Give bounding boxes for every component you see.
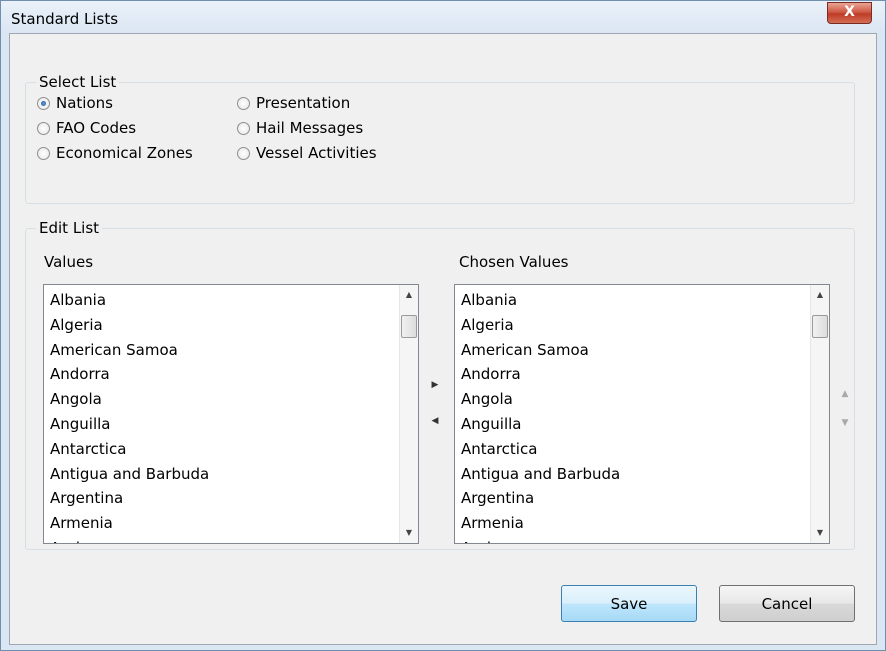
scroll-thumb[interactable] (401, 315, 417, 338)
radio-label: FAO Codes (56, 119, 137, 137)
arrow-right-icon: ▶ (431, 380, 439, 390)
list-item[interactable]: Antigua and Barbuda (50, 462, 398, 487)
radio-vessel-activities[interactable]: Vessel Activities (237, 143, 377, 163)
list-item[interactable]: Aruba (461, 536, 809, 543)
edit-list-legend: Edit List (36, 219, 103, 237)
radio-indicator[interactable] (37, 146, 50, 160)
radio-label: Vessel Activities (256, 144, 377, 162)
list-item[interactable]: Albania (50, 288, 398, 313)
list-item[interactable]: Antarctica (50, 437, 398, 462)
list-item[interactable]: Anguilla (461, 412, 809, 437)
chosen-values-listbox[interactable]: Albania Algeria American Samoa Andorra A… (454, 284, 830, 544)
list-item[interactable]: Argentina (50, 486, 398, 511)
move-up-button[interactable]: ▲ (833, 384, 857, 405)
radio-hail-messages[interactable]: Hail Messages (237, 118, 363, 138)
radio-indicator[interactable] (37, 96, 50, 110)
title-bar[interactable]: Standard Lists X (1, 1, 885, 33)
select-list-legend: Select List (36, 73, 120, 91)
dialog-client-area: Select List Nations FAO Codes Economical… (9, 33, 877, 645)
radio-indicator[interactable] (237, 96, 250, 110)
standard-lists-dialog: Standard Lists X Select List Nations FAO… (0, 0, 886, 651)
radio-nations[interactable]: Nations (37, 93, 113, 113)
radio-label: Economical Zones (56, 144, 193, 162)
list-item[interactable]: American Samoa (50, 338, 398, 363)
list-item[interactable]: Anguilla (50, 412, 398, 437)
move-up-icon: ▲ (841, 389, 849, 399)
close-button[interactable]: X (827, 2, 872, 24)
chosen-values-scrollbar[interactable]: ▲ ▼ (810, 285, 829, 543)
list-item[interactable]: Algeria (461, 313, 809, 338)
chosen-list-items: Albania Algeria American Samoa Andorra A… (461, 288, 809, 543)
radio-presentation[interactable]: Presentation (237, 93, 350, 113)
radio-indicator[interactable] (237, 121, 250, 135)
values-list-items: Albania Algeria American Samoa Andorra A… (50, 288, 398, 543)
radio-economical-zones[interactable]: Economical Zones (37, 143, 193, 163)
values-label: Values (44, 253, 94, 271)
list-item[interactable]: Angola (461, 387, 809, 412)
list-item[interactable]: Armenia (50, 511, 398, 536)
radio-indicator[interactable] (237, 146, 250, 160)
window-title: Standard Lists (11, 10, 119, 28)
list-item[interactable]: Algeria (50, 313, 398, 338)
save-button[interactable]: Save (561, 585, 697, 622)
list-item[interactable]: Antigua and Barbuda (461, 462, 809, 487)
cancel-button[interactable]: Cancel (719, 585, 855, 622)
list-item[interactable]: Armenia (461, 511, 809, 536)
chosen-values-label: Chosen Values (459, 253, 569, 271)
list-item[interactable]: American Samoa (461, 338, 809, 363)
list-item[interactable]: Andorra (461, 362, 809, 387)
scroll-up-arrow-icon[interactable]: ▲ (811, 285, 829, 305)
values-listbox[interactable]: Albania Algeria American Samoa Andorra A… (43, 284, 419, 544)
list-item[interactable]: Angola (50, 387, 398, 412)
list-item[interactable]: Andorra (50, 362, 398, 387)
list-item[interactable]: Aruba (50, 536, 398, 543)
list-item[interactable]: Argentina (461, 486, 809, 511)
values-scrollbar[interactable]: ▲ ▼ (399, 285, 418, 543)
scroll-down-arrow-icon[interactable]: ▼ (811, 523, 829, 543)
scroll-thumb[interactable] (812, 315, 828, 338)
scroll-down-arrow-icon[interactable]: ▼ (400, 523, 418, 543)
move-down-button[interactable]: ▼ (833, 413, 857, 434)
radio-label: Nations (56, 94, 113, 112)
radio-label: Hail Messages (256, 119, 364, 137)
add-to-chosen-button[interactable]: ▶ (423, 375, 447, 396)
remove-from-chosen-button[interactable]: ◀ (423, 411, 447, 432)
select-list-group: Select List Nations FAO Codes Economical… (25, 73, 855, 204)
scroll-up-arrow-icon[interactable]: ▲ (400, 285, 418, 305)
radio-fao-codes[interactable]: FAO Codes (37, 118, 136, 138)
close-icon: X (844, 4, 855, 20)
list-item[interactable]: Antarctica (461, 437, 809, 462)
move-down-icon: ▼ (841, 418, 849, 428)
arrow-left-icon: ◀ (431, 416, 439, 426)
list-item[interactable]: Albania (461, 288, 809, 313)
radio-label: Presentation (256, 94, 351, 112)
edit-list-group: Edit List Values Chosen Values Albania A… (25, 219, 857, 550)
radio-indicator[interactable] (37, 121, 50, 135)
